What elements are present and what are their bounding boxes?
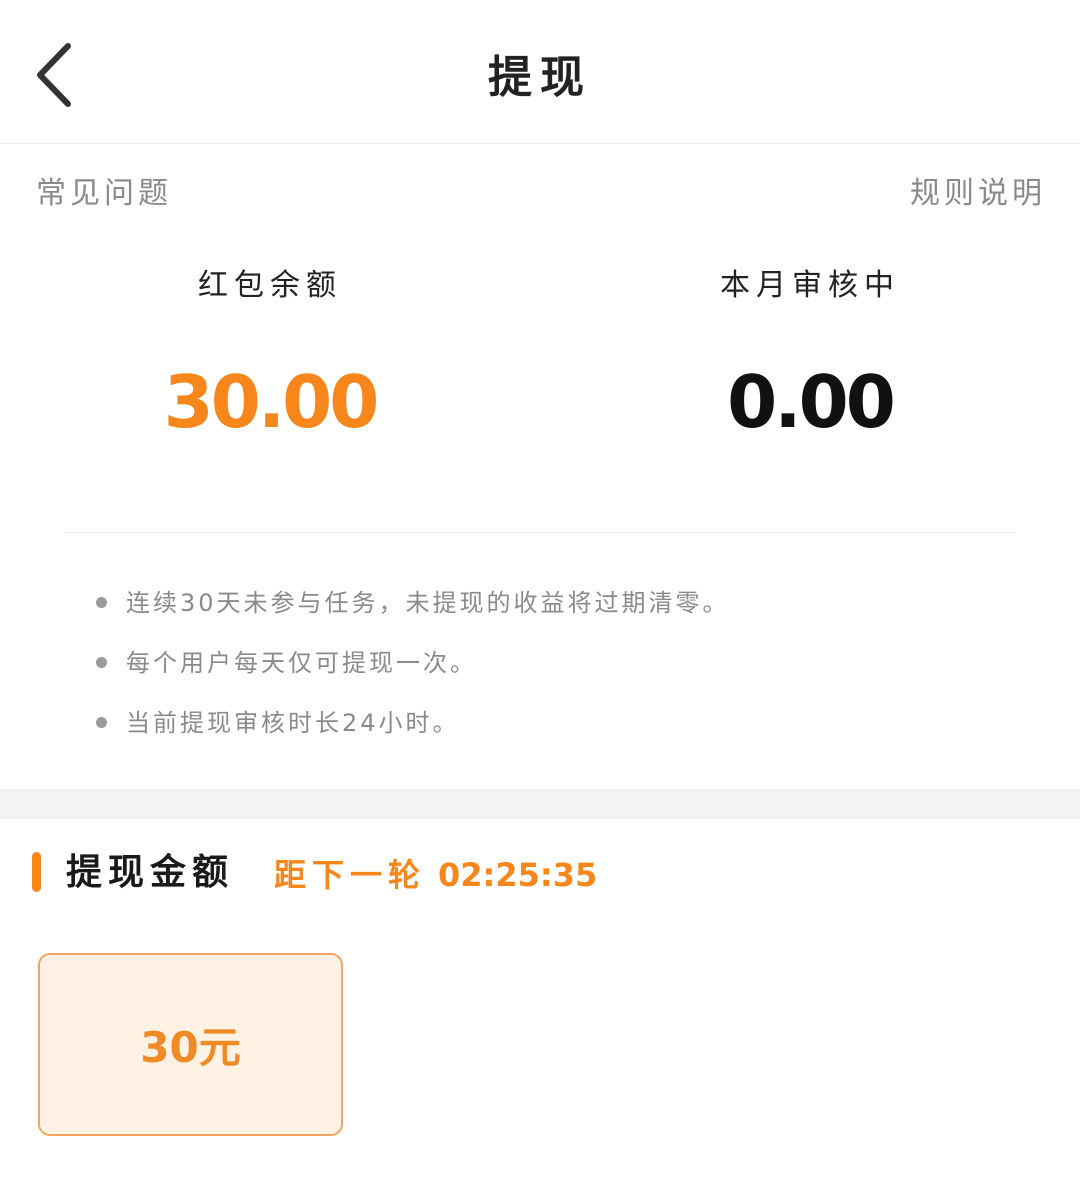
countdown: 距下一轮 02:25:35 (274, 850, 597, 900)
note-text: 连续30天未参与任务，未提现的收益将过期清零。 (126, 589, 730, 617)
section-accent-bar (32, 852, 41, 892)
withdraw-page: 提现 常见问题 规则说明 红包余额 30.00 本月审核中 0.00 连续30天… (0, 0, 1080, 1197)
amount-option-label: 30元 (140, 1023, 241, 1072)
section-separator (0, 789, 1080, 819)
review-label: 本月审核中 (720, 268, 900, 303)
bullet-dot (96, 657, 107, 668)
countdown-label: 距下一轮 (274, 856, 427, 894)
review-stat: 本月审核中 0.00 (630, 264, 990, 444)
balance-value: 30.00 (163, 360, 380, 444)
faq-link[interactable]: 常见问题 (36, 172, 172, 216)
page-title: 提现 (488, 52, 592, 103)
balance-stat: 红包余额 30.00 (90, 264, 450, 444)
balance-label: 红包余额 (198, 268, 342, 303)
note-text: 当前提现审核时长24小时。 (126, 709, 460, 737)
note-item: 当前提现审核时长24小时。 (96, 704, 1016, 742)
notes-list: 连续30天未参与任务，未提现的收益将过期清零。 每个用户每天仅可提现一次。 当前… (96, 584, 1016, 764)
section-title: 提现金额 (66, 852, 235, 893)
rules-link[interactable]: 规则说明 (910, 172, 1046, 216)
divider (66, 532, 1016, 533)
amount-option-30[interactable]: 30元 (38, 953, 343, 1136)
review-value: 0.00 (727, 360, 896, 444)
countdown-time: 02:25:35 (438, 856, 598, 894)
note-text: 每个用户每天仅可提现一次。 (126, 649, 477, 677)
top-bar: 提现 (0, 0, 1080, 144)
note-item: 每个用户每天仅可提现一次。 (96, 644, 1016, 682)
note-item: 连续30天未参与任务，未提现的收益将过期清零。 (96, 584, 1016, 622)
bullet-dot (96, 597, 107, 608)
bullet-dot (96, 717, 107, 728)
